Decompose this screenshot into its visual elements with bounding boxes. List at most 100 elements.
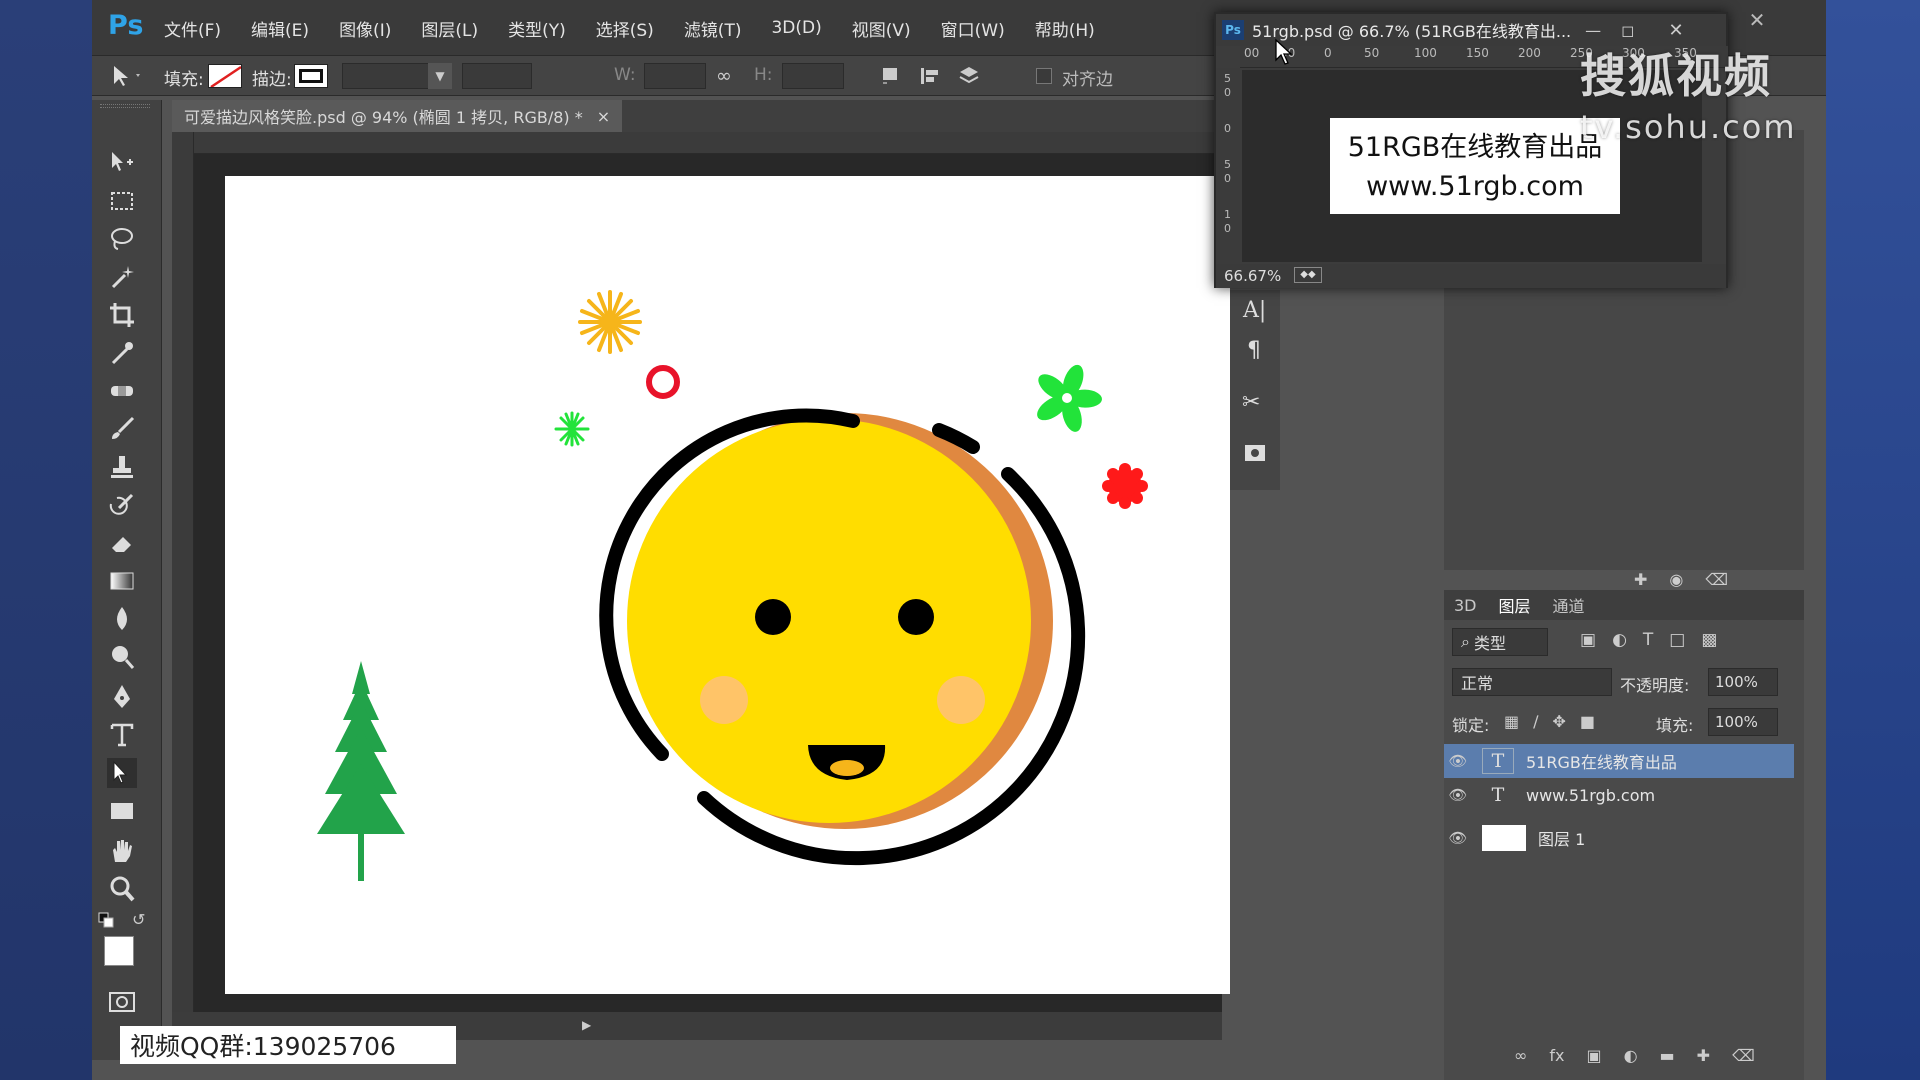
status-arrow-icon[interactable]: ▶ xyxy=(582,1018,591,1032)
blur-tool-icon[interactable] xyxy=(107,604,137,634)
menu-file[interactable]: 文件(F) xyxy=(164,16,221,41)
adjustment-filter-icon[interactable]: ◐ xyxy=(1612,630,1627,650)
healing-brush-tool-icon[interactable] xyxy=(107,376,137,406)
menu-window[interactable]: 窗口(W) xyxy=(941,16,1005,41)
menu-type[interactable]: 类型(Y) xyxy=(508,16,566,41)
menu-view[interactable]: 视图(V) xyxy=(852,16,911,41)
menu-select[interactable]: 选择(S) xyxy=(596,16,654,41)
camera-icon[interactable]: ◉ xyxy=(1669,570,1683,589)
tab-channels[interactable]: 通道 xyxy=(1553,593,1585,617)
clone-source-icon[interactable] xyxy=(1242,440,1268,466)
fill-swatch[interactable] xyxy=(208,64,242,88)
brush-tool-icon[interactable] xyxy=(107,414,137,444)
maximize-icon[interactable]: ◻ xyxy=(1621,21,1634,40)
tab-close-icon[interactable]: × xyxy=(597,107,610,126)
opacity-field[interactable]: 100% xyxy=(1708,668,1778,696)
new-preset-icon[interactable]: ✚ xyxy=(1634,570,1647,589)
red-ring-shape[interactable] xyxy=(646,365,680,399)
lock-position-icon[interactable]: ✥ xyxy=(1553,712,1566,731)
stroke-swatch[interactable] xyxy=(294,64,328,88)
menu-image[interactable]: 图像(I) xyxy=(339,16,391,41)
width-field[interactable] xyxy=(644,63,706,89)
pixel-filter-icon[interactable]: ▣ xyxy=(1580,630,1596,650)
blend-mode-dropdown[interactable]: 正常 xyxy=(1452,668,1612,696)
new-layer-icon[interactable]: ✚ xyxy=(1697,1046,1710,1065)
height-field[interactable] xyxy=(782,63,844,89)
green-flower-shape[interactable] xyxy=(1033,362,1102,434)
new-group-icon[interactable]: ▬ xyxy=(1660,1046,1675,1065)
layer-row-51rgb-text[interactable]: 👁 T 51RGB在线教育出品 xyxy=(1444,744,1794,778)
floating-zoom-value[interactable]: 66.67% xyxy=(1224,267,1281,285)
menu-3d[interactable]: 3D(D) xyxy=(771,18,821,38)
history-brush-tool-icon[interactable] xyxy=(107,490,137,520)
trash-icon[interactable]: ⌫ xyxy=(1705,570,1728,589)
dodge-tool-icon[interactable] xyxy=(107,642,137,672)
gradient-tool-icon[interactable] xyxy=(107,566,137,596)
stroke-type-dropdown[interactable] xyxy=(462,63,532,89)
red-flower-shape[interactable] xyxy=(1102,463,1148,509)
character-panel-icon[interactable]: A| xyxy=(1243,298,1266,323)
type-tool-icon[interactable] xyxy=(107,720,137,750)
path-alignment-icon[interactable] xyxy=(918,64,942,88)
document-tab[interactable]: 可爱描边风格笑脸.psd @ 94% (椭圆 1 拷贝, RGB/8) * × xyxy=(172,100,623,132)
quick-mask-icon[interactable] xyxy=(107,990,137,1014)
green-small-star-shape[interactable] xyxy=(554,411,590,447)
close-icon[interactable]: ✕ xyxy=(1749,8,1766,32)
mask-icon[interactable]: ▣ xyxy=(1586,1046,1601,1065)
layer-row-url-text[interactable]: 👁 T www.51rgb.com xyxy=(1444,778,1794,812)
eye-icon[interactable]: 👁 xyxy=(1444,829,1472,847)
lasso-tool-icon[interactable] xyxy=(107,224,137,254)
tab-3d[interactable]: 3D xyxy=(1454,596,1477,615)
hand-tool-icon[interactable] xyxy=(107,836,137,866)
link-layers-icon[interactable]: ∞ xyxy=(1514,1046,1527,1065)
menu-filter[interactable]: 滤镜(T) xyxy=(684,16,742,41)
swap-colors-icon[interactable]: ↺ xyxy=(132,910,145,929)
fx-icon[interactable]: fx xyxy=(1549,1046,1564,1065)
move-tool-icon[interactable] xyxy=(107,148,137,178)
chevron-down-icon[interactable]: ▼ xyxy=(428,63,452,89)
close-icon[interactable]: ✕ xyxy=(1668,20,1683,41)
paragraph-panel-icon[interactable]: ¶ xyxy=(1247,338,1261,363)
layer-filter-dropdown[interactable]: ⌕ 类型 xyxy=(1452,628,1548,656)
tool-presets-icon[interactable]: ✂ xyxy=(1242,390,1260,415)
direct-selection-tool-icon[interactable] xyxy=(107,758,137,788)
pine-tree-shape[interactable] xyxy=(317,661,405,881)
crop-tool-icon[interactable] xyxy=(107,300,137,330)
lock-all-icon[interactable]: ■ xyxy=(1580,712,1595,731)
magic-wand-tool-icon[interactable] xyxy=(107,262,137,292)
adjustment-layer-icon[interactable]: ◐ xyxy=(1624,1046,1638,1065)
type-filter-icon[interactable]: T xyxy=(1643,630,1653,650)
layer-row-layer1[interactable]: 👁 图层 1 xyxy=(1444,818,1794,858)
clone-stamp-tool-icon[interactable] xyxy=(107,452,137,482)
floating-text-block[interactable]: 51RGB在线教育出品 www.51rgb.com xyxy=(1330,118,1620,214)
fill-field[interactable]: 100% xyxy=(1708,708,1778,736)
orange-star-shape[interactable] xyxy=(578,290,642,354)
smart-object-filter-icon[interactable]: ▩ xyxy=(1701,630,1717,650)
tab-layers[interactable]: 图层 xyxy=(1499,593,1531,617)
smiley-face-shape[interactable] xyxy=(599,408,1086,866)
lock-transparency-icon[interactable]: ▦ xyxy=(1504,712,1519,731)
shape-filter-icon[interactable]: □ xyxy=(1669,630,1685,650)
menu-edit[interactable]: 编辑(E) xyxy=(251,16,309,41)
eye-icon[interactable]: 👁 xyxy=(1444,752,1472,770)
path-select-tool-icon[interactable] xyxy=(110,64,144,88)
path-arrangement-icon[interactable] xyxy=(956,64,982,88)
eraser-tool-icon[interactable] xyxy=(107,528,137,558)
lock-pixels-icon[interactable]: ∕ xyxy=(1533,712,1538,731)
rectangle-tool-icon[interactable] xyxy=(107,796,137,826)
align-edges-checkbox[interactable] xyxy=(1036,68,1052,84)
pen-tool-icon[interactable] xyxy=(107,682,137,712)
menu-layer[interactable]: 图层(L) xyxy=(421,16,478,41)
menu-help[interactable]: 帮助(H) xyxy=(1035,16,1095,41)
link-icon[interactable]: ∞ xyxy=(716,65,732,87)
zoom-tool-icon[interactable] xyxy=(107,874,137,904)
document-canvas[interactable] xyxy=(225,176,1317,994)
default-colors-icon[interactable] xyxy=(98,912,116,930)
foreground-color-swatch[interactable] xyxy=(104,936,134,966)
marquee-tool-icon[interactable] xyxy=(107,186,137,216)
eye-icon[interactable]: 👁 xyxy=(1444,786,1472,804)
zoom-info-icon[interactable]: ◆◆ xyxy=(1294,267,1322,283)
path-operations-icon[interactable] xyxy=(880,64,902,88)
eyedropper-tool-icon[interactable] xyxy=(107,338,137,368)
minimize-icon[interactable]: — xyxy=(1585,21,1601,40)
